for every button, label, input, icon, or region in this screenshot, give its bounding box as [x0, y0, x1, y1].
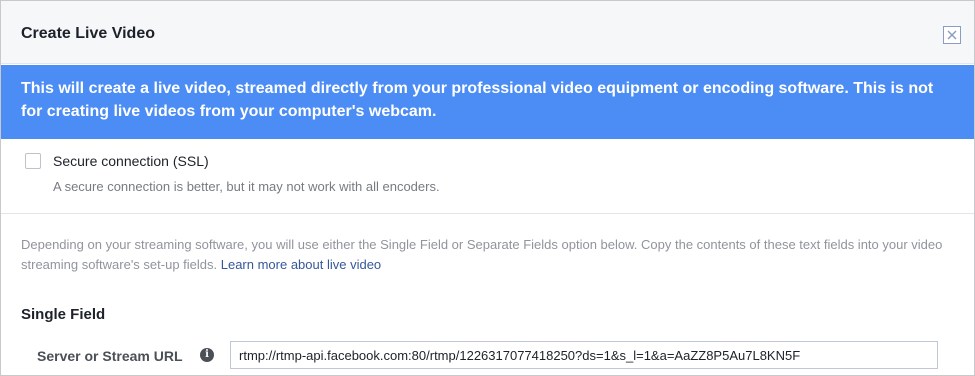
dialog-header: Create Live Video: [1, 1, 974, 64]
ssl-label[interactable]: Secure connection (SSL): [53, 153, 209, 169]
ssl-section: Secure connection (SSL) A secure connect…: [1, 139, 974, 214]
info-banner: This will create a live video, streamed …: [1, 65, 974, 139]
instructions-body: Depending on your streaming software, yo…: [21, 237, 943, 272]
dialog-title: Create Live Video: [21, 25, 155, 42]
create-live-video-dialog: Create Live Video This will create a liv…: [0, 0, 975, 376]
ssl-help-text: A secure connection is better, but it ma…: [53, 179, 440, 194]
ssl-checkbox[interactable]: [25, 153, 41, 169]
learn-more-link[interactable]: Learn more about live video: [221, 257, 381, 272]
close-button[interactable]: [943, 26, 961, 44]
info-icon[interactable]: i: [200, 348, 214, 362]
instructions-text: Depending on your streaming software, yo…: [21, 235, 956, 275]
stream-url-input[interactable]: [230, 341, 938, 369]
stream-url-label: Server or Stream URL: [37, 348, 183, 364]
close-icon: [947, 30, 957, 40]
single-field-heading: Single Field: [21, 306, 106, 323]
